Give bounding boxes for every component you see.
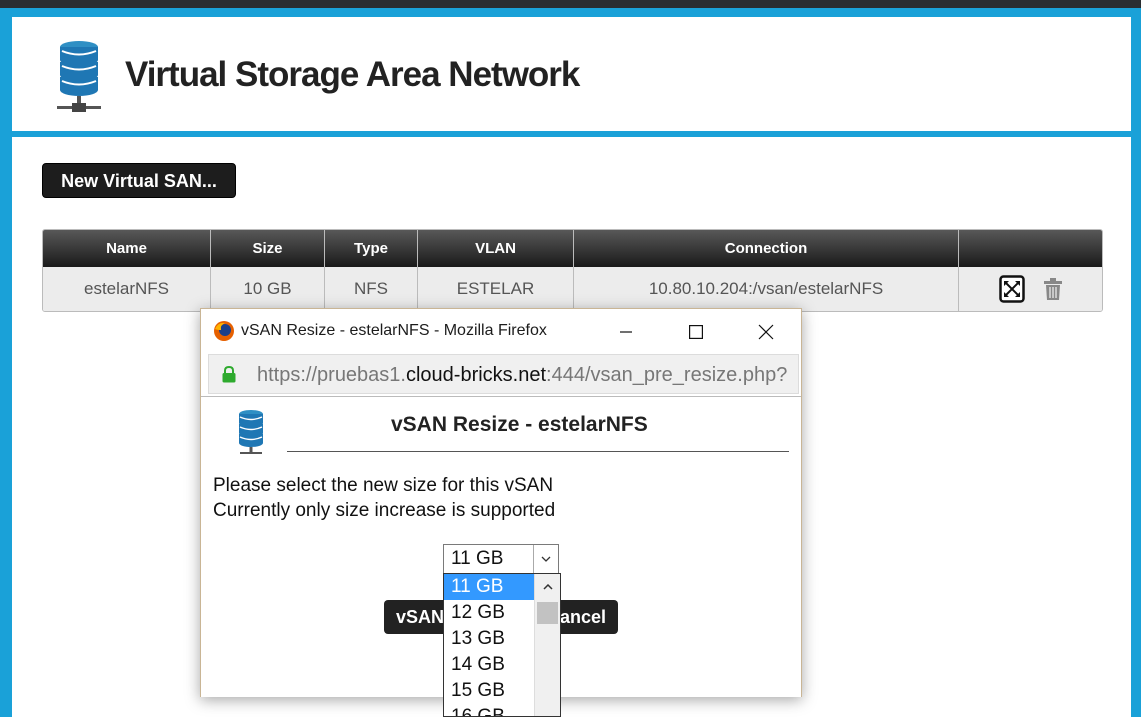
maximize-button[interactable] <box>673 317 719 347</box>
url-domain: cloud-bricks.net <box>405 364 547 386</box>
scroll-up-button[interactable] <box>535 574 560 600</box>
page-title: Virtual Storage Area Network <box>125 55 580 94</box>
minimize-icon <box>620 331 632 333</box>
url-bar[interactable]: https://pruebas1.cloud-bricks.net:444/vs… <box>208 354 799 394</box>
column-header-actions <box>959 230 1102 267</box>
resize-icon[interactable] <box>998 275 1025 303</box>
table-row: estelarNFS 10 GB NFS ESTELAR 10.80.10.20… <box>43 267 1102 311</box>
size-option[interactable]: 16 GB <box>444 704 541 716</box>
cell-name: estelarNFS <box>43 267 211 311</box>
cell-actions <box>959 267 1102 311</box>
chevron-down-icon <box>541 556 551 562</box>
minimize-button[interactable] <box>603 317 649 347</box>
size-select-value: 11 GB <box>451 548 504 569</box>
heading-divider <box>287 451 789 452</box>
new-virtual-san-button[interactable]: New Virtual SAN... <box>42 163 236 198</box>
size-option[interactable]: 11 GB <box>444 574 541 600</box>
size-option[interactable]: 12 GB <box>444 600 541 626</box>
cell-vlan: ESTELAR <box>418 267 574 311</box>
chevron-up-icon <box>542 584 553 590</box>
window-title: vSAN Resize - estelarNFS - Mozilla Firef… <box>241 322 547 339</box>
select-dropdown-button[interactable] <box>533 545 558 573</box>
close-window-button[interactable] <box>743 317 789 347</box>
size-select[interactable]: 11 GB <box>443 544 559 574</box>
column-header-type[interactable]: Type <box>325 230 418 267</box>
url-text: https://pruebas1.cloud-bricks.net:444/vs… <box>257 364 787 387</box>
cell-connection: 10.80.10.204:/vsan/estelarNFS <box>574 267 959 311</box>
size-option[interactable]: 15 GB <box>444 678 541 704</box>
size-option[interactable]: 14 GB <box>444 652 541 678</box>
database-icon <box>239 410 263 454</box>
popup-heading: vSAN Resize - estelarNFS <box>391 413 648 436</box>
listbox-scrollbar[interactable] <box>534 574 560 716</box>
support-note-text: Currently only size increase is supporte… <box>213 500 556 521</box>
app-header: Virtual Storage Area Network <box>12 17 1131 131</box>
column-header-connection[interactable]: Connection <box>574 230 959 267</box>
vsan-table: Name Size Type VLAN Connection estelarNF… <box>42 229 1103 312</box>
instruction-text: Please select the new size for this vSAN <box>213 475 554 496</box>
size-option[interactable]: 13 GB <box>444 626 541 652</box>
url-prefix: https://pruebas1. <box>257 364 406 386</box>
maximize-icon <box>689 325 703 339</box>
close-icon <box>758 324 774 340</box>
scroll-thumb[interactable] <box>537 602 558 624</box>
table-header: Name Size Type VLAN Connection <box>43 230 1102 267</box>
cell-type: NFS <box>325 267 418 311</box>
firefox-icon <box>214 321 234 341</box>
column-header-name[interactable]: Name <box>43 230 211 267</box>
database-network-icon <box>57 41 101 112</box>
trash-icon[interactable] <box>1043 277 1063 301</box>
cell-size: 10 GB <box>211 267 325 311</box>
lock-icon <box>222 366 236 383</box>
column-header-size[interactable]: Size <box>211 230 325 267</box>
url-suffix: :444/vsan_pre_resize.php? <box>546 364 788 386</box>
size-options-listbox[interactable]: 11 GB 12 GB 13 GB 14 GB 15 GB 16 GB <box>443 573 561 717</box>
window-titlebar[interactable]: vSAN Resize - estelarNFS - Mozilla Firef… <box>201 309 801 353</box>
column-header-vlan[interactable]: VLAN <box>418 230 574 267</box>
